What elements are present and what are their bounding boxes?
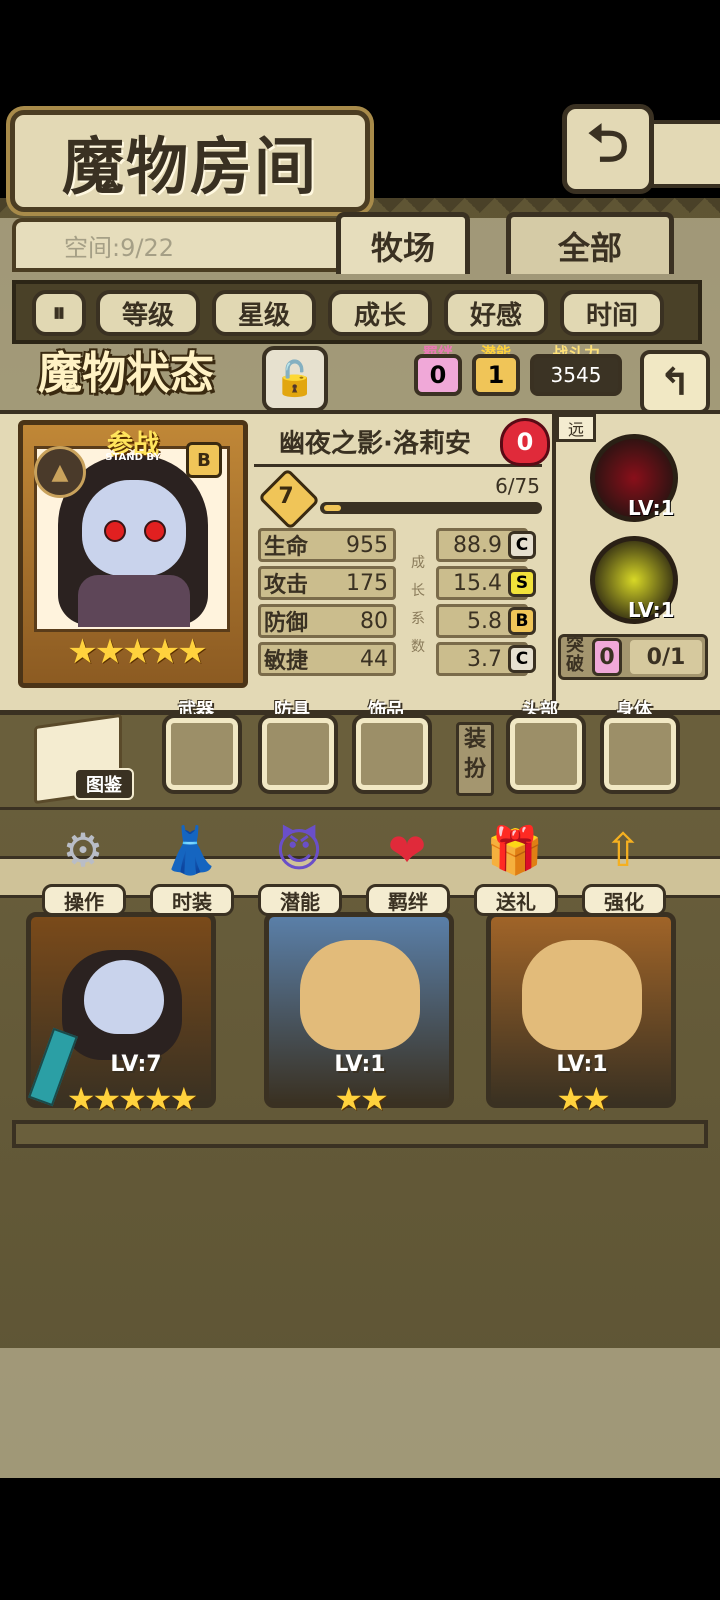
upgrade-arrows-icon[interactable]: ⇧	[582, 812, 664, 888]
stat-name-agility: 敏捷	[264, 649, 309, 674]
exp-bar-fill	[324, 505, 341, 511]
filter-affection-button[interactable]: 好感	[444, 290, 548, 336]
codex-button[interactable]: 图鉴	[74, 768, 134, 800]
growth-value-hp: 88.9	[453, 532, 502, 558]
return-icon: ⮌	[587, 113, 629, 174]
monster-list-level-2: LV:1	[334, 1052, 386, 1077]
monster-portrait-body	[78, 575, 190, 627]
range-tag: 远	[556, 414, 596, 442]
sort-toggle-button[interactable]: ⏸	[32, 290, 86, 336]
monster-list-stars-3: ★★	[556, 1080, 610, 1118]
monster-name: 幽夜之影·洛莉安	[279, 428, 471, 459]
stat-value-hp: 955	[346, 532, 388, 558]
filter-growth-button[interactable]: 成长	[328, 290, 432, 336]
back-button[interactable]: ↰	[640, 350, 710, 414]
stat-name-defense: 防御	[264, 611, 309, 636]
growth-grade-agility: C	[508, 645, 536, 673]
filter-level-button[interactable]: 等级	[96, 290, 200, 336]
growth-char-3: 系	[411, 611, 425, 627]
filter-time-button[interactable]: 时间	[560, 290, 664, 336]
header-right-bar	[650, 120, 720, 188]
breakthrough-progress: 0/1	[630, 640, 702, 674]
stat-name-hp: 生命	[264, 535, 309, 560]
breakthrough-count: 0	[592, 638, 622, 676]
monster-stars: ★★★★★	[67, 632, 207, 672]
potential-button[interactable]: 潜能	[258, 884, 342, 916]
level-value: 7	[278, 483, 294, 509]
growth-grade-attack: S	[508, 569, 536, 597]
list-bottom-bar	[12, 1120, 708, 1148]
monster-eye-right	[144, 520, 166, 542]
bottom-map-background	[0, 1348, 720, 1478]
gift-icon[interactable]: 🎁	[474, 812, 556, 888]
monster-eye-left	[104, 520, 126, 542]
skill-level-1: LV:1	[628, 496, 675, 520]
dress-label: 装扮	[456, 722, 494, 796]
lock-icon: 🔓	[273, 359, 317, 399]
tab-ranch[interactable]: 牧场	[336, 212, 470, 274]
operate-button[interactable]: 操作	[42, 884, 126, 916]
gear-icon[interactable]: ⚙	[42, 812, 124, 888]
stat-value-attack: 175	[346, 570, 388, 596]
standby-sublabel: STAND BY	[105, 452, 161, 463]
potential-value: 1	[472, 354, 520, 396]
stat-value-defense: 80	[360, 608, 388, 634]
growth-grade-hp: C	[508, 531, 536, 559]
weapon-slot[interactable]	[162, 714, 242, 794]
filter-star-button[interactable]: 星级	[212, 290, 316, 336]
room-title: 魔物房间	[10, 110, 370, 212]
armor-slot[interactable]	[258, 714, 338, 794]
head-slot[interactable]	[506, 714, 586, 794]
monster-list-level-3: LV:1	[556, 1052, 608, 1077]
monster-grade-badge: B	[186, 442, 222, 478]
enhance-button[interactable]: 强化	[582, 884, 666, 916]
accessory-slot[interactable]	[352, 714, 432, 794]
bond-button[interactable]: 羁绊	[366, 884, 450, 916]
monster-list-portrait-3	[522, 940, 642, 1050]
exp-bar	[320, 502, 542, 514]
growth-value-attack: 15.4	[453, 570, 502, 596]
outfit-icon[interactable]: 👗	[150, 812, 232, 888]
hearts-icon[interactable]: ❤	[366, 812, 448, 888]
heart-badge: 0	[500, 418, 550, 466]
lock-button[interactable]: 🔓	[262, 346, 328, 412]
growth-value-defense: 5.8	[467, 608, 502, 634]
type-mountain-icon: ▲	[34, 446, 86, 498]
bond-value: 0	[414, 354, 462, 396]
monster-list-portrait-2	[300, 940, 420, 1050]
power-value: 3545	[530, 354, 622, 396]
tab-all[interactable]: 全部	[506, 212, 674, 274]
body-slot[interactable]	[600, 714, 680, 794]
potential-demon-icon[interactable]: 😈	[258, 812, 340, 888]
monster-list-stars-1: ★★★★★	[66, 1080, 198, 1118]
fashion-button[interactable]: 时装	[150, 884, 234, 916]
sort-toggle-icon: ⏸	[52, 297, 66, 328]
skill-level-2: LV:1	[628, 598, 675, 622]
growth-char-4: 数	[411, 639, 425, 655]
monster-portrait-face	[82, 480, 186, 576]
monster-status-title: 魔物状态	[38, 348, 214, 399]
monster-list-stars-2: ★★	[334, 1080, 388, 1118]
growth-char-2: 长	[411, 583, 425, 599]
growth-value-agility: 3.7	[467, 646, 502, 672]
back-arrow-icon: ↰	[659, 360, 691, 404]
exp-text: 6/75	[495, 474, 540, 498]
return-button[interactable]: ⮌	[562, 104, 654, 194]
growth-char-1: 成	[411, 555, 425, 571]
monster-list-face-1	[84, 960, 164, 1034]
name-divider	[254, 464, 542, 467]
gift-button[interactable]: 送礼	[474, 884, 558, 916]
monster-list-level-1: LV:7	[110, 1052, 162, 1077]
stat-value-agility: 44	[360, 646, 388, 672]
stat-name-attack: 攻击	[264, 573, 309, 598]
breakthrough-label: 突破	[566, 635, 584, 675]
growth-grade-defense: B	[508, 607, 536, 635]
